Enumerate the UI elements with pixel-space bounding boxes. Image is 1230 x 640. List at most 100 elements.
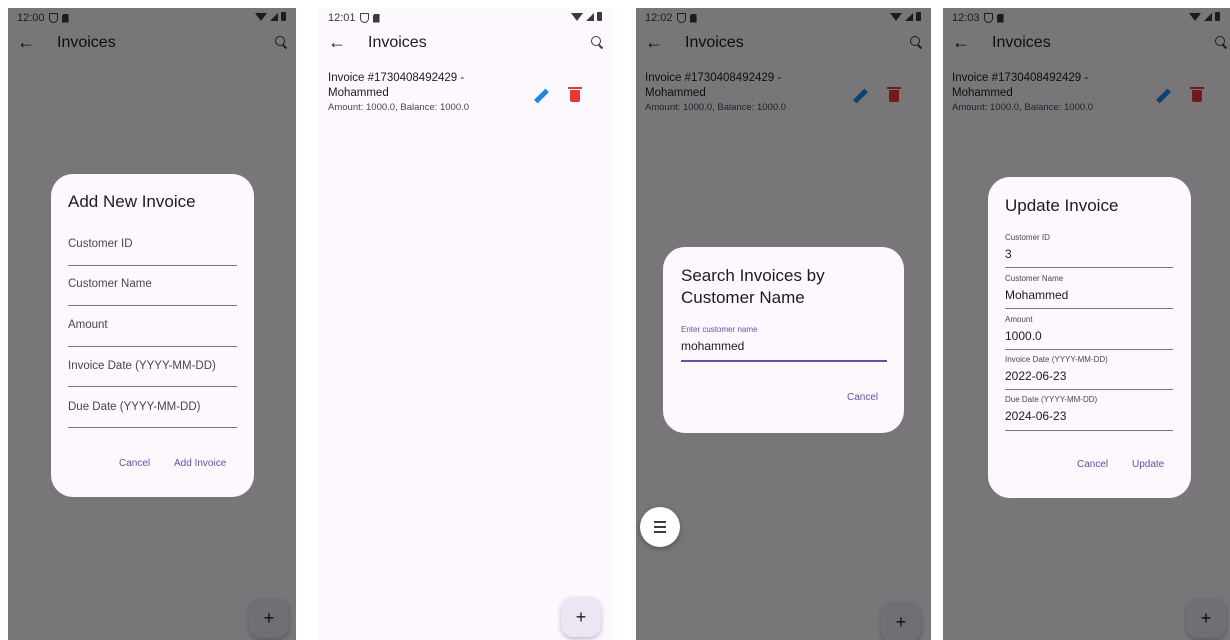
shield-icon	[48, 13, 58, 23]
field-placeholder: Customer ID	[68, 238, 133, 250]
search-icon[interactable]	[910, 36, 923, 49]
invoice-title: Invoice #1730408492429 - Mohammed	[645, 72, 782, 99]
status-time: 12:03	[952, 12, 980, 24]
field-placeholder: Due Date (YYYY-MM-DD)	[68, 401, 201, 413]
cancel-button[interactable]: Cancel	[847, 392, 878, 403]
customer-id-field[interactable]: Customer ID	[68, 234, 237, 266]
add-invoice-fab[interactable]: +	[249, 598, 289, 638]
search-icon[interactable]	[591, 36, 604, 49]
customer-name-field[interactable]: Customer Name	[68, 274, 237, 306]
cancel-button[interactable]: Cancel	[119, 458, 150, 469]
status-time: 12:01	[328, 12, 356, 24]
sd-card-icon	[689, 13, 697, 23]
signal-icon	[905, 12, 913, 21]
cancel-button[interactable]: Cancel	[1077, 459, 1108, 470]
edit-icon[interactable]	[1154, 87, 1172, 105]
add-invoice-button[interactable]: Add Invoice	[174, 458, 226, 469]
customer-id-field[interactable]: Customer ID 3	[1005, 233, 1173, 268]
add-invoice-fab[interactable]: +	[881, 602, 921, 640]
invoice-list-item[interactable]: Invoice #1730408492429 - Mohammed Amount…	[952, 71, 1222, 121]
amount-field[interactable]: Amount 1000.0	[1005, 315, 1173, 350]
sd-card-icon	[61, 13, 69, 23]
field-placeholder: Invoice Date (YYYY-MM-DD)	[68, 360, 216, 372]
status-time: 12:02	[645, 12, 673, 24]
field-label: Customer Name	[1005, 274, 1064, 283]
field-value: 2024-06-23	[1005, 409, 1067, 423]
field-value: 1000.0	[1005, 329, 1042, 343]
app-bar: ← Invoices	[636, 28, 931, 62]
plus-icon: +	[575, 606, 587, 627]
app-title: Invoices	[992, 34, 1051, 51]
status-bar: 12:02	[636, 8, 931, 28]
status-bar: 12:00	[8, 8, 296, 28]
menu-icon[interactable]	[640, 507, 680, 547]
add-invoice-dialog: Add New Invoice Customer ID Customer Nam…	[51, 174, 254, 497]
customer-name-field[interactable]: Customer Name Mohammed	[1005, 274, 1173, 309]
add-invoice-fab[interactable]: +	[561, 597, 601, 637]
app-title: Invoices	[57, 34, 116, 51]
delete-icon[interactable]	[1190, 87, 1204, 103]
delete-icon[interactable]	[887, 87, 901, 103]
shield-icon	[359, 13, 369, 23]
field-placeholder: Amount	[68, 319, 108, 331]
app-title: Invoices	[368, 34, 427, 51]
field-label: Enter customer name	[681, 325, 758, 334]
customer-name-search-input[interactable]: Enter customer name mohammed	[681, 325, 887, 362]
field-value: Mohammed	[1005, 288, 1069, 302]
back-arrow-icon[interactable]: ←	[328, 32, 346, 53]
dialog-title: Search Invoices by Customer Name	[681, 266, 825, 307]
shield-icon	[983, 13, 993, 23]
update-invoice-dialog: Update Invoice Customer ID 3 Customer Nam…	[988, 177, 1191, 498]
app-title: Invoices	[685, 34, 744, 51]
back-arrow-icon[interactable]: ←	[17, 32, 35, 53]
sd-card-icon	[996, 13, 1004, 23]
amount-field[interactable]: Amount	[68, 314, 237, 347]
invoice-title: Invoice #1730408492429 - Mohammed	[952, 72, 1089, 99]
search-icon[interactable]	[275, 36, 288, 49]
wifi-icon	[1189, 12, 1201, 21]
signal-icon	[586, 12, 594, 21]
battery-icon	[281, 12, 286, 21]
add-invoice-fab[interactable]: +	[1186, 598, 1226, 638]
delete-icon[interactable]	[568, 87, 582, 103]
back-arrow-icon[interactable]: ←	[952, 32, 970, 53]
dialog-title: Add New Invoice	[68, 192, 196, 211]
app-bar: ← Invoices	[943, 28, 1230, 62]
update-button[interactable]: Update	[1132, 459, 1164, 470]
invoice-subtitle: Amount: 1000.0, Balance: 1000.0	[328, 102, 470, 113]
invoice-list-item[interactable]: Invoice #1730408492429 - Mohammed Amount…	[645, 71, 923, 121]
battery-icon	[597, 12, 602, 21]
invoice-date-field[interactable]: Invoice Date (YYYY-MM-DD)	[68, 355, 237, 387]
battery-icon	[916, 12, 921, 21]
search-icon[interactable]	[1215, 36, 1228, 49]
wifi-icon	[255, 12, 267, 21]
invoice-list-item[interactable]: Invoice #1730408492429 - Mohammed Amount…	[328, 71, 604, 121]
invoice-date-field[interactable]: Invoice Date (YYYY-MM-DD) 2022-06-23	[1005, 355, 1173, 390]
due-date-field[interactable]: Due Date (YYYY-MM-DD)	[68, 395, 237, 428]
dialog-title: Update Invoice	[1005, 196, 1119, 215]
signal-icon	[270, 12, 278, 21]
edit-icon[interactable]	[532, 87, 550, 105]
signal-icon	[1204, 12, 1212, 21]
due-date-field[interactable]: Due Date (YYYY-MM-DD) 2024-06-23	[1005, 395, 1173, 431]
invoice-subtitle: Amount: 1000.0, Balance: 1000.0	[952, 102, 1094, 113]
status-time: 12:00	[17, 12, 45, 24]
field-label: Amount	[1005, 315, 1033, 324]
field-value: mohammed	[681, 339, 745, 353]
search-dialog: Search Invoices by Customer Name Enter c…	[663, 247, 904, 433]
app-bar: ← Invoices	[8, 28, 296, 62]
battery-icon	[1215, 12, 1220, 21]
wifi-icon	[890, 12, 902, 21]
sd-card-icon	[372, 13, 380, 23]
status-bar: 12:01	[319, 8, 612, 28]
invoice-subtitle: Amount: 1000.0, Balance: 1000.0	[645, 102, 787, 113]
field-label: Customer ID	[1005, 233, 1050, 242]
wifi-icon	[571, 12, 583, 21]
plus-icon: +	[263, 607, 275, 628]
back-arrow-icon[interactable]: ←	[645, 32, 663, 53]
shield-icon	[676, 13, 686, 23]
edit-icon[interactable]	[851, 87, 869, 105]
plus-icon: +	[1200, 607, 1212, 628]
field-placeholder: Customer Name	[68, 278, 152, 290]
plus-icon: +	[895, 611, 907, 632]
